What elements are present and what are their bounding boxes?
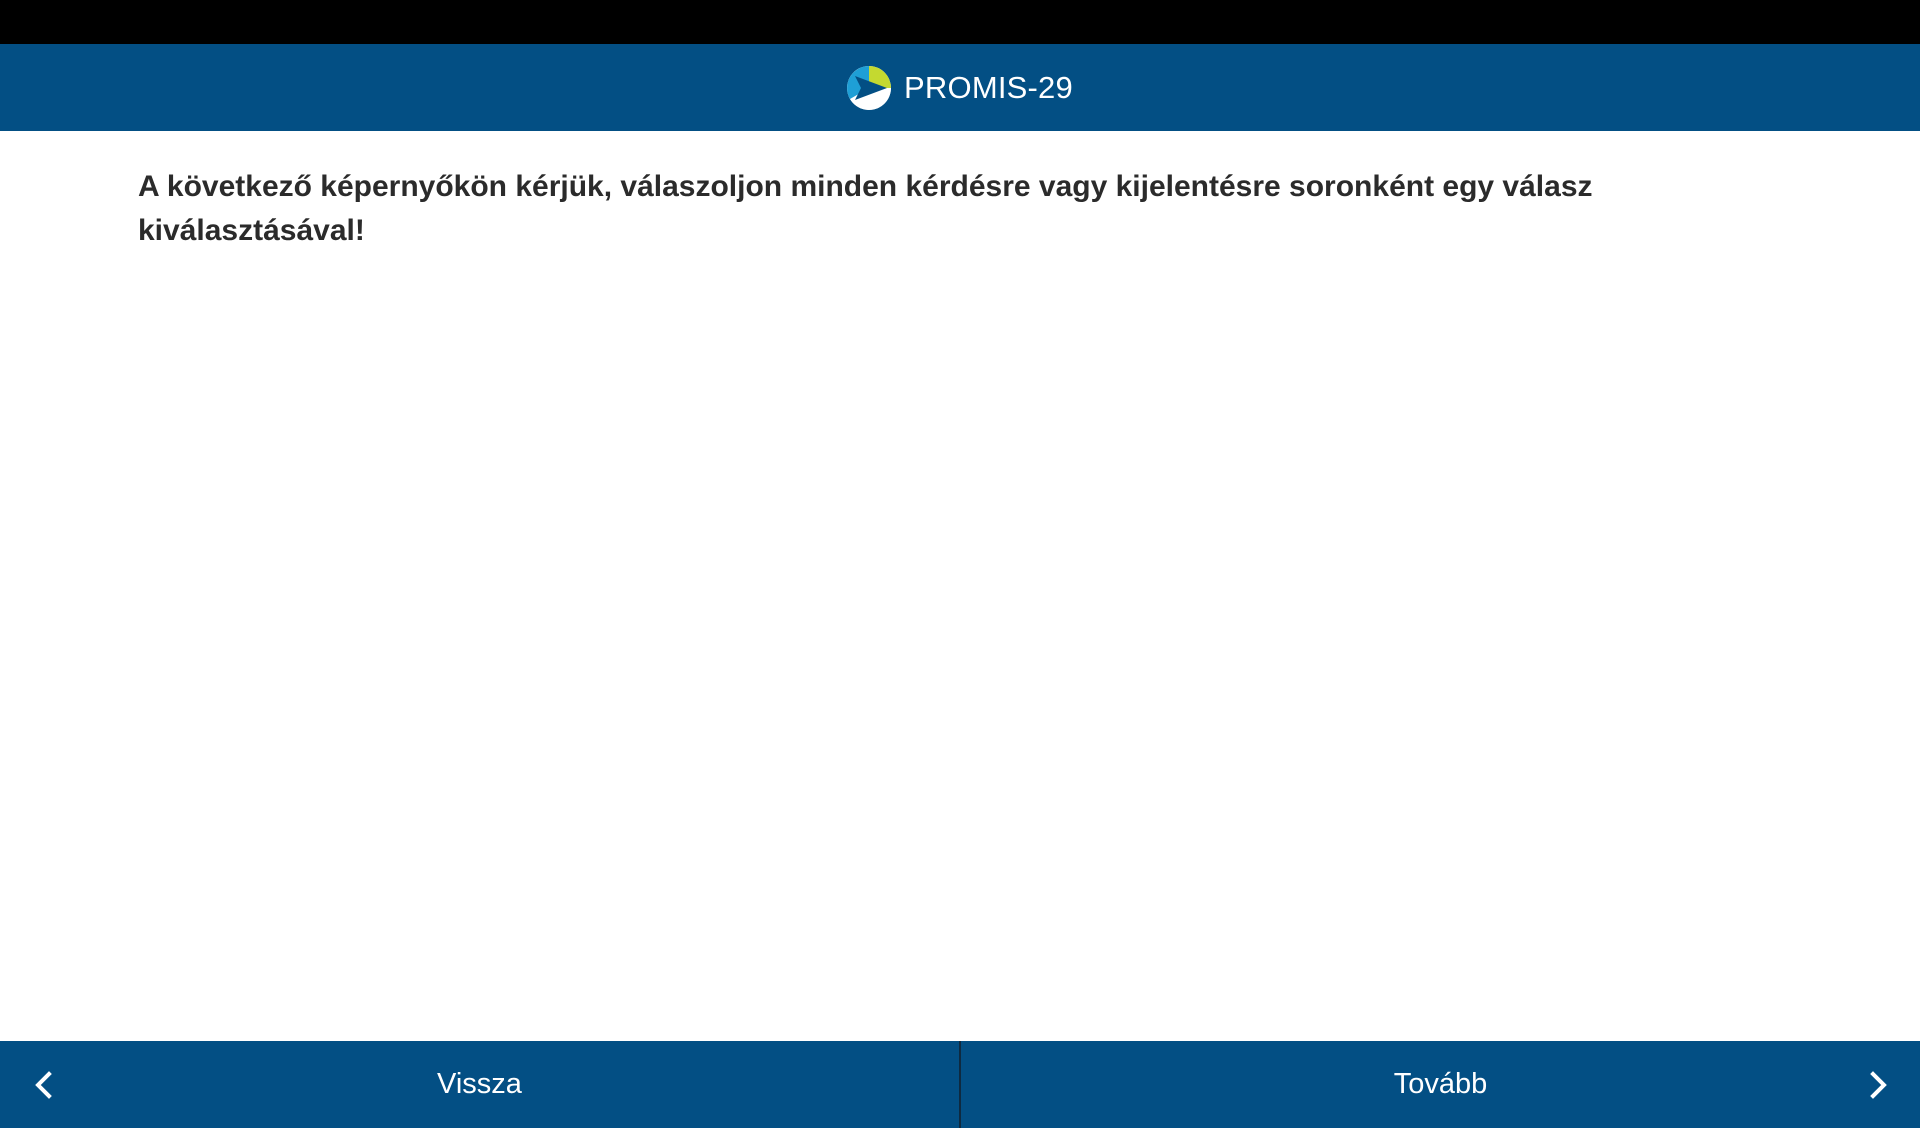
header-title-group: PROMIS-29	[847, 65, 1073, 110]
chevron-right-icon	[1870, 1070, 1887, 1099]
chevron-left-icon	[35, 1070, 52, 1099]
bottom-navigation: Vissza Tovább	[0, 1041, 1920, 1128]
promis-logo-icon	[847, 65, 892, 110]
app-header: PROMIS-29	[0, 44, 1920, 131]
main-content: A következő képernyőkön kérjük, válaszol…	[138, 165, 1618, 253]
system-status-bar	[0, 0, 1920, 44]
instruction-text: A következő képernyőkön kérjük, válaszol…	[138, 170, 1593, 247]
next-button[interactable]: Tovább	[961, 1041, 1920, 1128]
back-button[interactable]: Vissza	[0, 1041, 959, 1128]
next-button-label: Tovább	[1393, 1068, 1488, 1100]
app-title: PROMIS-29	[904, 69, 1073, 105]
back-button-label: Vissza	[437, 1068, 522, 1100]
